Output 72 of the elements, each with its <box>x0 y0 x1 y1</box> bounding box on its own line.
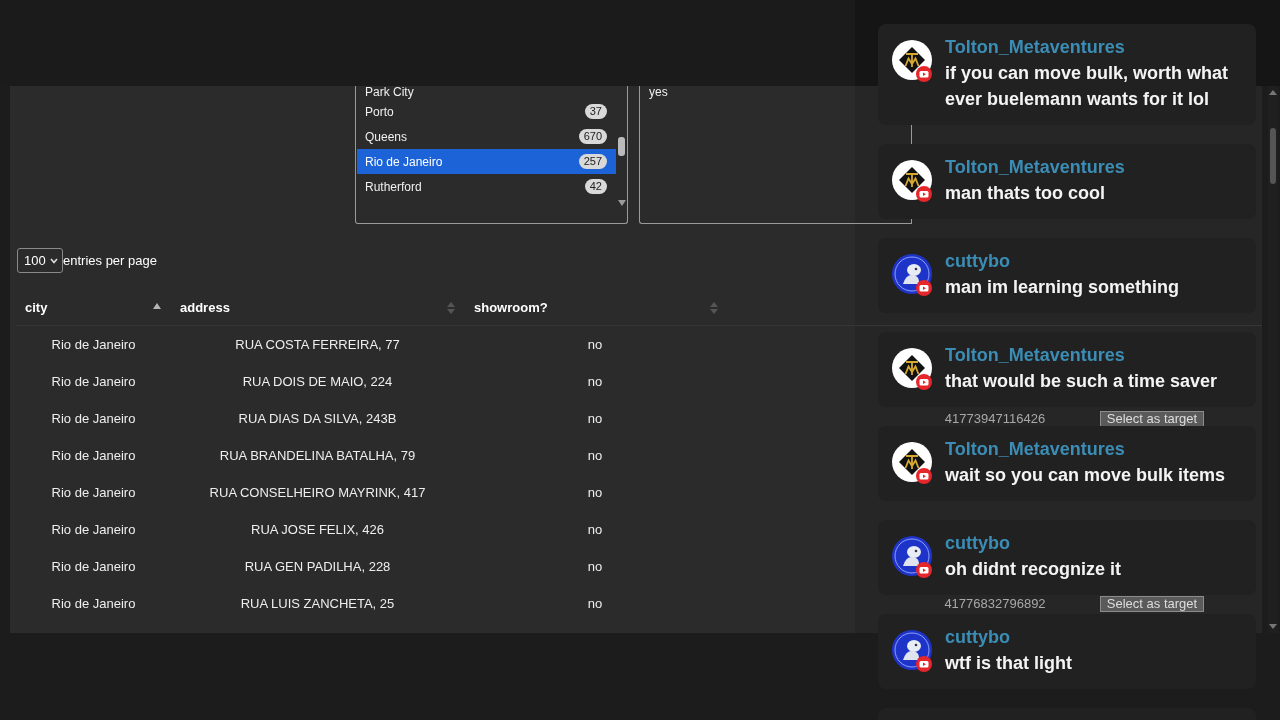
author-name: Tolton_Metaventures <box>945 344 1125 366</box>
author-name: cuttybo <box>945 250 1010 272</box>
message-text: wtf is that light <box>945 652 1072 675</box>
column-header[interactable]: address <box>170 290 465 325</box>
table-cell-text: RUA DIAS DA SILVA, 243B <box>238 409 397 428</box>
select-target-button[interactable]: Select as target <box>1099 410 1205 427</box>
table-cell-text: no <box>587 520 603 539</box>
table-cell-text: no <box>587 335 603 354</box>
scrollbar-thumb[interactable] <box>1270 128 1276 184</box>
table-cell-text: Rio de Janeiro <box>51 483 136 502</box>
table-cell-text: Rio de Janeiro <box>51 409 136 428</box>
message-text: oh didnt recognize it <box>945 558 1121 581</box>
play-badge-icon <box>916 656 932 672</box>
listbox-option[interactable]: Park City <box>357 86 616 99</box>
table-cell-text: no <box>587 446 603 465</box>
column-header[interactable]: showroom? <box>465 290 725 325</box>
listbox[interactable]: Park City Porto 37 Queens 670 Rio de Janeiro 257 Rutherford 42 <box>355 86 628 224</box>
table-cell-text: RUA CONSELHEIRO MAYRINK, 417 <box>209 483 426 502</box>
listbox[interactable]: yes <box>639 86 877 224</box>
message-text: if you can move bulk, worth what ever buelemann wants for it lol <box>945 62 1230 111</box>
table-cell-text: RUA BRANDELINA BATALHA, 79 <box>219 446 416 465</box>
scroll-up-icon[interactable] <box>1269 90 1277 95</box>
message-text: man thats too cool <box>945 182 1105 205</box>
play-badge-icon <box>916 468 932 484</box>
listbox-option[interactable]: Rio de Janeiro 257 <box>357 149 616 174</box>
scrollbar-thumb[interactable] <box>618 137 625 156</box>
scroll-down-icon[interactable] <box>617 200 626 206</box>
listbox-option[interactable]: Queens 670 <box>357 124 616 149</box>
table-cell-text: 41776832796892 <box>944 594 1046 613</box>
play-badge-icon <box>916 280 932 296</box>
author-name: Tolton_Metaventures <box>945 438 1125 460</box>
author-name: cuttybo <box>945 532 1010 554</box>
author-name: cuttybo <box>945 626 1010 648</box>
table-cell-text: Rio de Janeiro <box>51 520 136 539</box>
play-badge-icon <box>916 66 932 82</box>
table-cell-text: RUA LUIS ZANCHETA, 25 <box>240 594 395 613</box>
play-badge-icon <box>916 186 932 202</box>
entries-select[interactable]: 100 <box>17 248 63 273</box>
entries-label: entries per page <box>63 251 157 270</box>
play-badge-icon <box>916 562 932 578</box>
table-cell-text: 41773947116426 <box>944 409 1046 428</box>
count-badge: 37 <box>584 104 607 119</box>
message-text: wait so you can move bulk items <box>945 464 1226 487</box>
table-cell-text: no <box>587 557 603 576</box>
table-cell-text: Rio de Janeiro <box>51 335 136 354</box>
message-text: man im learning something <box>945 276 1180 299</box>
count-badge: 42 <box>584 179 607 194</box>
listbox-option[interactable]: yes <box>641 86 877 99</box>
listbox-option[interactable]: Porto 37 <box>357 99 616 124</box>
count-badge: 670 <box>578 129 607 144</box>
select-target-button[interactable]: Select as target <box>1099 595 1205 612</box>
table-cell-text: Rio de Janeiro <box>51 557 136 576</box>
listbox-option[interactable]: Rutherford 42 <box>357 174 616 199</box>
table-cell-text: RUA COSTA FERREIRA, 77 <box>235 335 400 354</box>
table-cell-text: Rio de Janeiro <box>51 594 136 613</box>
count-badge: 257 <box>578 154 607 169</box>
table-cell-text: Rio de Janeiro <box>51 446 136 465</box>
column-header[interactable]: city <box>17 290 170 325</box>
table-cell-text: no <box>587 594 603 613</box>
author-name: Tolton_Metaventures <box>945 156 1125 178</box>
play-badge-icon <box>916 374 932 390</box>
table-cell-text: RUA JOSE FELIX, 426 <box>251 520 384 539</box>
chevron-icon <box>50 257 58 264</box>
table-cell-text: Rio de Janeiro <box>51 372 136 391</box>
message-text: that would be such a time saver <box>945 370 1218 393</box>
table-cell-text: no <box>587 483 603 502</box>
table-cell-text: no <box>587 372 603 391</box>
table-cell-text: RUA DOIS DE MAIO, 224 <box>242 372 393 391</box>
scroll-down-icon[interactable] <box>1269 624 1277 629</box>
table-cell-text: RUA GEN PADILHA, 228 <box>244 557 391 576</box>
table-cell-text: no <box>587 409 603 428</box>
author-name: Tolton_Metaventures <box>945 36 1125 58</box>
